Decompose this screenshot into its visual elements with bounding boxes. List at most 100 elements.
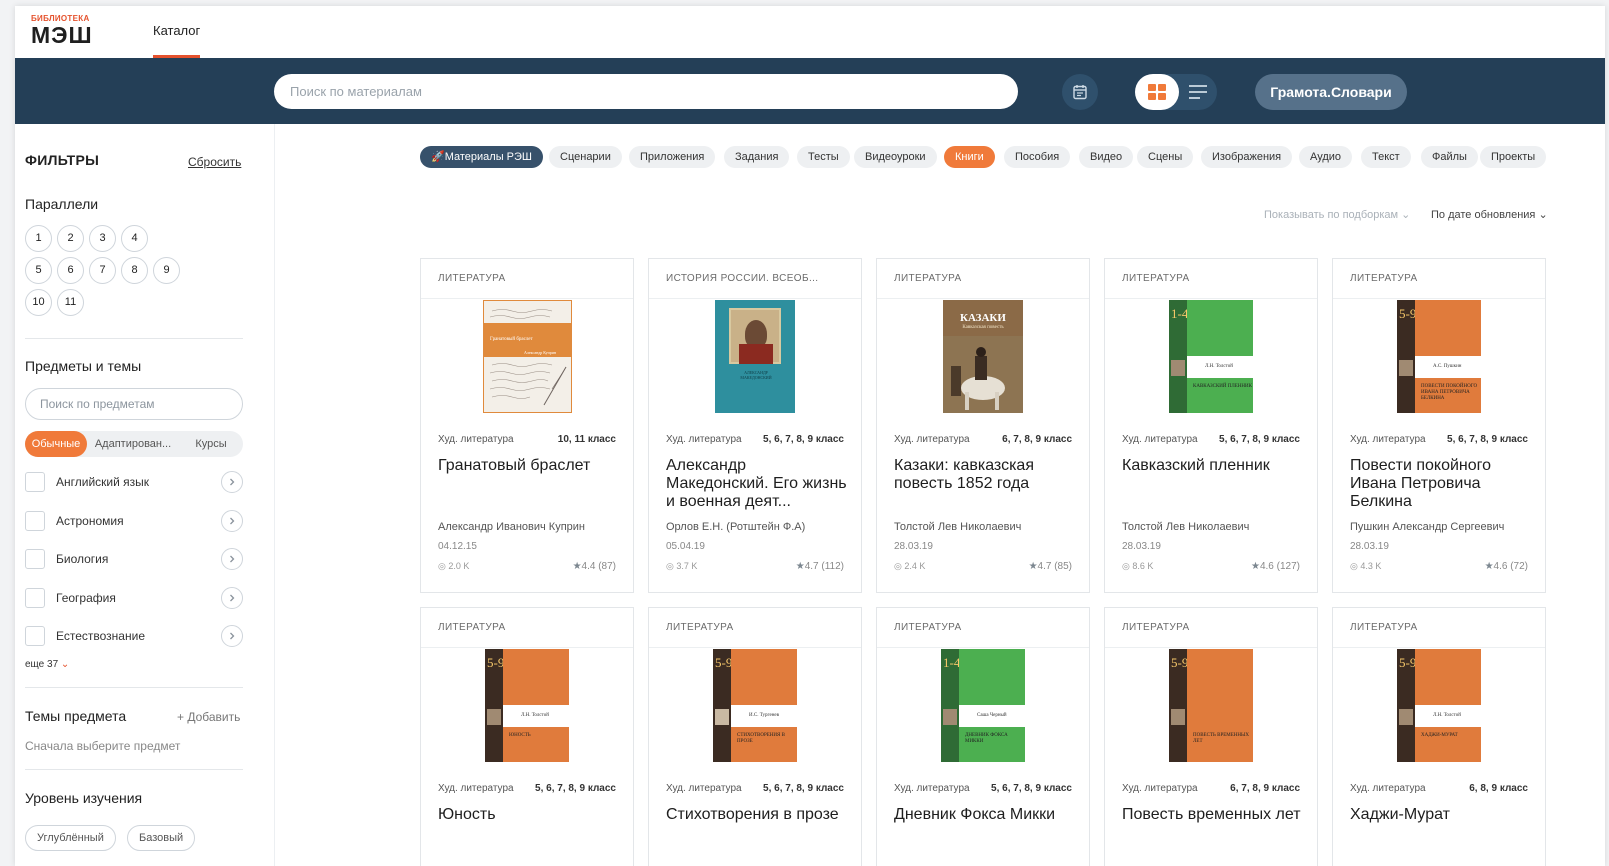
- card-grade: 5, 6, 7, 8, 9 класс: [1219, 434, 1300, 445]
- chip-text[interactable]: Текст: [1361, 146, 1411, 168]
- grade-chip[interactable]: 10: [25, 289, 52, 316]
- subject-checkbox[interactable]: [25, 626, 45, 646]
- nav-catalog[interactable]: Каталог: [153, 6, 201, 58]
- chip-resh-materials[interactable]: 🚀Материалы РЭШ: [420, 146, 543, 168]
- chevron-right-icon[interactable]: [221, 625, 243, 647]
- cover-title-text: СТИХОТВОРЕНИЯ В ПРОЗЕ: [737, 733, 785, 744]
- card-title[interactable]: Повести покойного Ивана Петровича Белкин…: [1350, 457, 1533, 511]
- subject-checkbox[interactable]: [25, 549, 45, 569]
- subject-checkbox[interactable]: [25, 588, 45, 608]
- card-category: ЛИТЕРАТУРА: [649, 608, 861, 648]
- level-basic-chip[interactable]: Базовый: [127, 825, 196, 851]
- book-card[interactable]: ЛИТЕРАТУРА КАЗАКИ Кавказская повесть Худ…: [876, 258, 1090, 593]
- segment-courses[interactable]: Курсы: [185, 431, 237, 457]
- grid-view-button[interactable]: [1135, 74, 1179, 110]
- book-cover-image: 5-9 И.С. Тургенев СТИХОТВОРЕНИЯ В ПРОЗЕ: [713, 649, 797, 762]
- grade-chip[interactable]: 7: [89, 257, 116, 284]
- card-title[interactable]: Повесть временных лет: [1122, 806, 1305, 824]
- card-title[interactable]: Гранатовый браслет: [438, 457, 621, 475]
- book-card[interactable]: ЛИТЕРАТУРА 5-9 Л.Н. Толстой ЮНОСТЬ Худ. …: [420, 607, 634, 866]
- chevron-right-icon[interactable]: [221, 471, 243, 493]
- chip-tests[interactable]: Тесты: [797, 146, 850, 168]
- chip-projects[interactable]: Проекты: [1480, 146, 1547, 168]
- book-card[interactable]: ЛИТЕРАТУРА 5-9 Л.Н. Толстой ХАДЖИ-МУРАТ …: [1332, 607, 1546, 866]
- segment-adapted[interactable]: Адаптирован...: [87, 431, 179, 457]
- grade-chip[interactable]: 6: [57, 257, 84, 284]
- subject-label: География: [56, 591, 116, 605]
- show-more-subjects[interactable]: еще 37 ⌄: [25, 659, 69, 670]
- chip-scenarios[interactable]: Сценарии: [549, 146, 622, 168]
- book-card[interactable]: ЛИТЕРАТУРА Гранатовый браслет Александр …: [420, 258, 634, 593]
- list-view-button[interactable]: [1179, 74, 1217, 110]
- cover-author-text: А.С. Пушкин: [1415, 356, 1481, 378]
- cover-top: [1187, 649, 1253, 727]
- card-title[interactable]: Стихотворения в прозе: [666, 806, 849, 824]
- top-header: БИБЛИОТЕКА МЭШ Каталог: [15, 6, 1605, 58]
- chevron-right-icon[interactable]: [221, 587, 243, 609]
- rating-value: 4.6 (72): [1493, 561, 1528, 572]
- book-card[interactable]: ИСТОРИЯ РОССИИ. ВСЕОБ... АЛЕКСАНДР МАКЕД…: [648, 258, 862, 593]
- chip-tasks[interactable]: Задания: [724, 146, 790, 168]
- chip-manuals[interactable]: Пособия: [1004, 146, 1071, 168]
- cover-bottom: КАВКАЗСКИЙ ПЛЕННИК: [1187, 378, 1253, 413]
- book-card[interactable]: ЛИТЕРАТУРА 5-9 А.С. Пушкин ПОВЕСТИ ПОКОЙ…: [1332, 258, 1546, 593]
- reset-filters-link[interactable]: Сбросить: [188, 155, 241, 169]
- grade-chip[interactable]: 2: [57, 225, 84, 252]
- logo[interactable]: БИБЛИОТЕКА МЭШ: [31, 14, 93, 47]
- subject-checkbox[interactable]: [25, 472, 45, 492]
- card-title[interactable]: Хаджи-Мурат: [1350, 806, 1533, 824]
- card-grade: 5, 6, 7, 8, 9 класс: [535, 783, 616, 794]
- book-card[interactable]: ЛИТЕРАТУРА 1-4 Л.Н. Толстой КАВКАЗСКИЙ П…: [1104, 258, 1318, 593]
- segment-regular[interactable]: Обычные: [25, 431, 87, 457]
- chip-video-lessons[interactable]: Видеоуроки: [854, 146, 937, 168]
- book-card[interactable]: ЛИТЕРАТУРА 1-4 Саша Черный ДНЕВНИК ФОКСА…: [876, 607, 1090, 866]
- card-title[interactable]: Кавказский пленник: [1122, 457, 1305, 475]
- cover-series-number: 5-9: [487, 655, 505, 670]
- card-title[interactable]: Казаки: кавказская повесть 1852 года: [894, 457, 1077, 493]
- calendar-button[interactable]: [1062, 74, 1098, 110]
- chip-video[interactable]: Видео: [1079, 146, 1134, 168]
- book-card[interactable]: ЛИТЕРАТУРА 5-9 И.С. Тургенев СТИХОТВОРЕН…: [648, 607, 862, 866]
- chevron-down-icon: ⌄: [60, 659, 70, 670]
- chevron-right-icon[interactable]: [221, 510, 243, 532]
- card-title[interactable]: Юность: [438, 806, 621, 824]
- search-input[interactable]: [274, 74, 1018, 109]
- grade-chip[interactable]: 3: [89, 225, 116, 252]
- subject-row[interactable]: Естествознание: [25, 625, 243, 648]
- book-cover-image: 5-9 Л.Н. Толстой ХАДЖИ-МУРАТ: [1397, 649, 1481, 762]
- subject-row[interactable]: Биология: [25, 548, 243, 571]
- sort-by-date-dropdown[interactable]: По дате обновления ⌄: [1431, 208, 1548, 221]
- subject-row[interactable]: Астрономия: [25, 510, 243, 533]
- views-icon: ◎: [438, 561, 446, 571]
- grade-chip[interactable]: 8: [121, 257, 148, 284]
- chip-scenes[interactable]: Сцены: [1137, 146, 1194, 168]
- chip-images[interactable]: Изображения: [1201, 146, 1293, 168]
- add-topic-link[interactable]: + Добавить: [177, 710, 240, 724]
- gramota-button[interactable]: Грамота.Словари: [1255, 74, 1407, 110]
- grade-chip[interactable]: 11: [57, 289, 84, 316]
- card-title[interactable]: Александр Македонский. Его жизнь и военн…: [666, 457, 849, 511]
- views-count: 4.3 K: [1360, 561, 1382, 571]
- chip-apps[interactable]: Приложения: [629, 146, 716, 168]
- chip-audio[interactable]: Аудио: [1299, 146, 1353, 168]
- book-card[interactable]: ЛИТЕРАТУРА 5-9 ПОВЕСТЬ ВРЕМЕННЫХ ЛЕТ Худ…: [1104, 607, 1318, 866]
- chevron-right-icon[interactable]: [221, 548, 243, 570]
- chip-files[interactable]: Файлы: [1421, 146, 1478, 168]
- subject-row[interactable]: География: [25, 587, 243, 610]
- cover-area: КАЗАКИ Кавказская повесть: [877, 299, 1089, 414]
- grade-chip[interactable]: 9: [153, 257, 180, 284]
- chip-books[interactable]: Книги: [944, 146, 995, 168]
- cover-bottom: ДНЕВНИК ФОКСА МИККИ: [959, 727, 1025, 762]
- subject-row[interactable]: Английский язык: [25, 471, 243, 494]
- subject-checkbox[interactable]: [25, 511, 45, 531]
- card-title[interactable]: Дневник Фокса Микки: [894, 806, 1077, 824]
- grade-chip[interactable]: 1: [25, 225, 52, 252]
- book-cover-image: Гранатовый браслет Александр Куприн: [483, 300, 572, 413]
- cover-subtitle-text: Кавказская повесть: [962, 325, 1004, 330]
- level-advanced-chip[interactable]: Углублённый: [25, 825, 116, 851]
- grade-chip[interactable]: 4: [121, 225, 148, 252]
- card-grade: 5, 6, 7, 8, 9 класс: [763, 434, 844, 445]
- subjects-search-input[interactable]: [25, 388, 243, 420]
- grade-chip[interactable]: 5: [25, 257, 52, 284]
- show-by-collections-dropdown[interactable]: Показывать по подборкам ⌄: [1264, 208, 1410, 221]
